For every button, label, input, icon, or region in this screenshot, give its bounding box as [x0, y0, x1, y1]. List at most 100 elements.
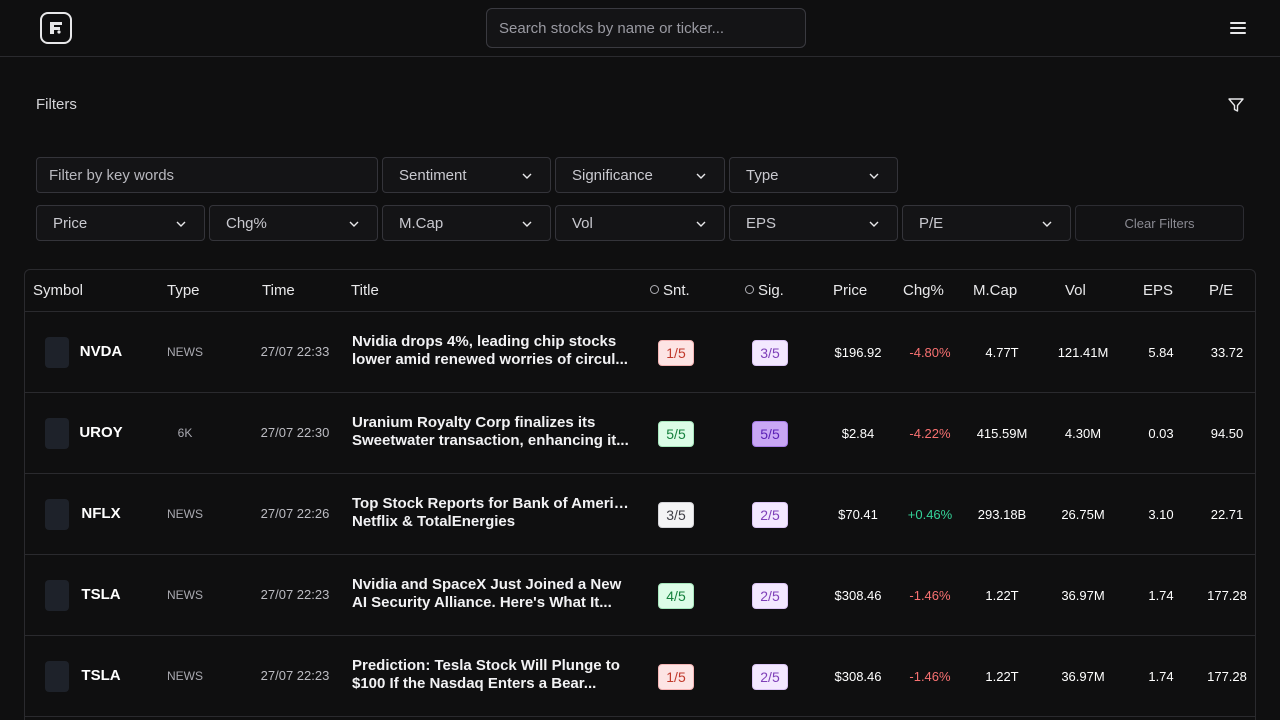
info-icon	[745, 285, 754, 294]
row-symbol: UROY	[79, 424, 123, 441]
row-mcap: 293.18B	[977, 507, 1027, 522]
row-time: 27/07 22:26	[260, 506, 330, 521]
row-mcap: 1.22T	[985, 669, 1019, 684]
chevron-down-icon	[522, 173, 532, 179]
significance-dropdown-label: Significance	[572, 166, 653, 184]
col-vol[interactable]: Vol	[1065, 282, 1086, 299]
table-row[interactable]: NFLX NEWS 27/07 22:26 Top Stock Reports …	[25, 474, 1255, 555]
info-icon	[650, 285, 659, 294]
row-mcap: 4.77T	[985, 345, 1019, 360]
row-title[interactable]: Nvidia drops 4%, leading chip stocks lowe…	[352, 333, 632, 369]
row-price: $308.46	[834, 588, 882, 603]
row-vol: 36.97M	[1061, 669, 1105, 684]
significance-badge: 2/5	[752, 502, 788, 528]
eps-dropdown[interactable]: EPS	[729, 205, 898, 241]
row-pe: 22.71	[1210, 507, 1244, 522]
table-row[interactable]: NVDA NEWS 27/07 22:33 Nvidia drops 4%, l…	[25, 312, 1255, 393]
row-eps: 0.03	[1148, 426, 1174, 441]
row-eps: 3.10	[1148, 507, 1174, 522]
row-pe: 33.72	[1210, 345, 1244, 360]
vol-dropdown-label: Vol	[572, 214, 593, 232]
row-chg: -4.22%	[909, 426, 951, 441]
search-input[interactable]	[486, 8, 806, 48]
col-significance-label: Sig.	[758, 282, 784, 299]
row-type: NEWS	[167, 507, 203, 521]
chevron-down-icon	[522, 221, 532, 227]
col-pe[interactable]: P/E	[1209, 282, 1233, 299]
sentiment-dropdown[interactable]: Sentiment	[382, 157, 551, 193]
row-title-line2: $100 If the Nasdaq Enters a Bear...	[352, 675, 597, 692]
row-symbol: NFLX	[81, 505, 121, 522]
col-eps[interactable]: EPS	[1143, 282, 1173, 299]
row-vol: 36.97M	[1061, 588, 1105, 603]
significance-badge: 5/5	[752, 421, 788, 447]
type-dropdown[interactable]: Type	[729, 157, 898, 193]
col-time[interactable]: Time	[262, 282, 295, 299]
row-title[interactable]: Prediction: Tesla Stock Will Plunge to $1…	[352, 657, 632, 693]
significance-badge: 3/5	[752, 340, 788, 366]
sentiment-dropdown-label: Sentiment	[399, 166, 467, 184]
clear-filters-button[interactable]: Clear Filters	[1075, 205, 1244, 241]
row-type: NEWS	[167, 588, 203, 602]
chevron-down-icon	[696, 173, 706, 179]
significance-badge: 2/5	[752, 583, 788, 609]
row-title-line2: AI Security Alliance. Here's What It...	[352, 594, 612, 611]
chg-dropdown-label: Chg%	[226, 214, 267, 232]
row-title-line1: Uranium Royalty Corp finalizes its	[352, 414, 596, 431]
filters-title: Filters	[36, 96, 77, 113]
col-sentiment[interactable]: Snt.	[650, 282, 690, 299]
col-price[interactable]: Price	[833, 282, 867, 299]
col-mcap[interactable]: M.Cap	[973, 282, 1017, 299]
row-time: 27/07 22:30	[260, 425, 330, 440]
sentiment-badge: 3/5	[658, 502, 694, 528]
row-time: 27/07 22:23	[260, 668, 330, 683]
col-symbol[interactable]: Symbol	[33, 282, 83, 299]
keyword-filter-input[interactable]	[36, 157, 378, 193]
row-title[interactable]: Top Stock Reports for Bank of America, Ne…	[352, 495, 632, 531]
eps-dropdown-label: EPS	[746, 214, 777, 232]
significance-badge: 2/5	[752, 664, 788, 690]
funnel-filter-icon[interactable]	[1227, 96, 1245, 114]
row-title[interactable]: Nvidia and SpaceX Just Joined a New AI Se…	[352, 576, 632, 612]
row-title[interactable]: Uranium Royalty Corp finalizes its Sweetw…	[352, 414, 632, 450]
row-price: $196.92	[834, 345, 882, 360]
sentiment-badge: 5/5	[658, 421, 694, 447]
chevron-down-icon	[869, 173, 879, 179]
app-logo-icon[interactable]	[40, 12, 72, 44]
row-pe: 177.28	[1207, 588, 1247, 603]
chevron-down-icon	[349, 221, 359, 227]
row-chg: +0.46%	[907, 507, 953, 522]
col-chg[interactable]: Chg%	[903, 282, 944, 299]
col-title[interactable]: Title	[351, 282, 379, 299]
sentiment-badge: 1/5	[658, 340, 694, 366]
chg-dropdown[interactable]: Chg%	[209, 205, 378, 241]
row-eps: 1.74	[1148, 669, 1174, 684]
col-type[interactable]: Type	[167, 282, 200, 299]
row-title-line1: Nvidia and SpaceX Just Joined a New	[352, 576, 622, 593]
col-sentiment-label: Snt.	[663, 282, 690, 299]
sentiment-badge: 1/5	[658, 664, 694, 690]
chevron-down-icon	[696, 221, 706, 227]
row-pe: 94.50	[1210, 426, 1244, 441]
row-vol: 4.30M	[1064, 426, 1102, 441]
row-eps: 1.74	[1148, 588, 1174, 603]
row-title-line1: Nvidia drops 4%, leading chip stocks	[352, 333, 617, 350]
significance-dropdown[interactable]: Significance	[555, 157, 725, 193]
row-type: NEWS	[167, 669, 203, 683]
table-row[interactable]: TSLA NEWS 27/07 22:23 Prediction: Tesla …	[25, 636, 1255, 717]
row-time: 27/07 22:33	[260, 344, 330, 359]
table-row[interactable]: UROY 6K 27/07 22:30 Uranium Royalty Corp…	[25, 393, 1255, 474]
row-type: NEWS	[167, 345, 203, 359]
pe-dropdown[interactable]: P/E	[902, 205, 1071, 241]
row-mcap: 1.22T	[985, 588, 1019, 603]
row-price: $308.46	[834, 669, 882, 684]
price-dropdown[interactable]: Price	[36, 205, 205, 241]
row-type: 6K	[177, 426, 193, 440]
hamburger-menu-icon[interactable]	[1228, 20, 1248, 36]
table-row[interactable]: TSLA NEWS 27/07 22:23 Nvidia and SpaceX …	[25, 555, 1255, 636]
row-symbol: TSLA	[81, 586, 121, 603]
row-symbol: NVDA	[79, 343, 123, 360]
mcap-dropdown[interactable]: M.Cap	[382, 205, 551, 241]
vol-dropdown[interactable]: Vol	[555, 205, 725, 241]
col-significance[interactable]: Sig.	[745, 282, 784, 299]
